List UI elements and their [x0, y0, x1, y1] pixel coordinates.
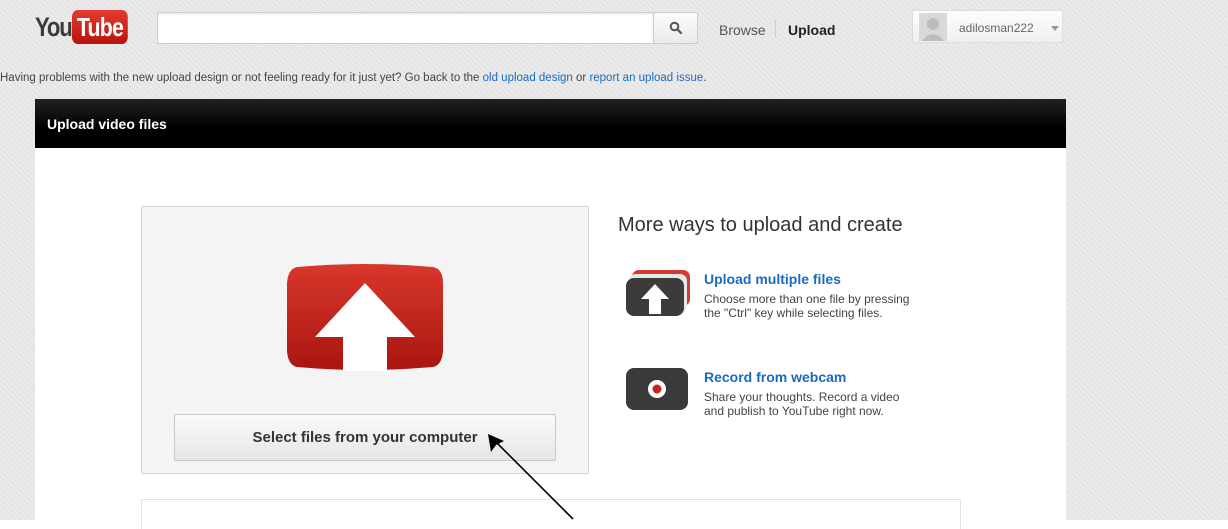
upload-multiple-files-icon[interactable]	[626, 270, 691, 316]
description-line: the "Ctrl" key while selecting files.	[704, 306, 883, 320]
description-line: and publish to YouTube right now.	[704, 404, 884, 418]
logo-tube-text: Tube	[71, 10, 128, 44]
logo-you-text: You	[35, 11, 73, 42]
upload-multiple-files-description: Choose more than one file by pressing th…	[704, 292, 954, 320]
avatar	[919, 13, 947, 41]
select-files-button[interactable]: Select files from your computer	[174, 414, 556, 461]
description-line: Choose more than one file by pressing	[704, 292, 910, 306]
account-menu[interactable]: adilosman222	[912, 10, 1063, 43]
notice-period: .	[703, 72, 707, 84]
youtube-logo[interactable]: You Tube	[35, 10, 140, 44]
search-icon	[669, 21, 682, 35]
default-avatar-icon	[919, 13, 947, 41]
old-upload-design-link[interactable]: old upload design	[483, 72, 573, 84]
upload-settings-panel	[141, 499, 961, 529]
record-from-webcam-link[interactable]: Record from webcam	[704, 369, 846, 385]
upload-notice: Having problems with the new upload desi…	[0, 72, 706, 84]
nav-browse-link[interactable]: Browse	[719, 22, 766, 38]
more-ways-title: More ways to upload and create	[618, 214, 903, 236]
notice-or: or	[572, 72, 590, 84]
username-label: adilosman222	[959, 21, 1034, 35]
description-line: Share your thoughts. Record a video	[704, 390, 900, 404]
chevron-down-icon	[1051, 26, 1059, 31]
webcam-record-icon[interactable]	[626, 368, 691, 412]
record-from-webcam-description: Share your thoughts. Record a video and …	[704, 390, 954, 418]
report-upload-issue-link[interactable]: report an upload issue	[589, 72, 703, 84]
nav-divider	[775, 20, 776, 38]
search-input[interactable]	[157, 12, 653, 44]
notice-text: Having problems with the new upload desi…	[0, 72, 483, 84]
upload-arrow-icon[interactable]	[287, 263, 443, 371]
panel-title: Upload video files	[35, 99, 1066, 148]
nav-upload-link[interactable]: Upload	[788, 22, 835, 38]
search-button[interactable]	[653, 12, 698, 44]
upload-multiple-files-link[interactable]: Upload multiple files	[704, 271, 841, 287]
